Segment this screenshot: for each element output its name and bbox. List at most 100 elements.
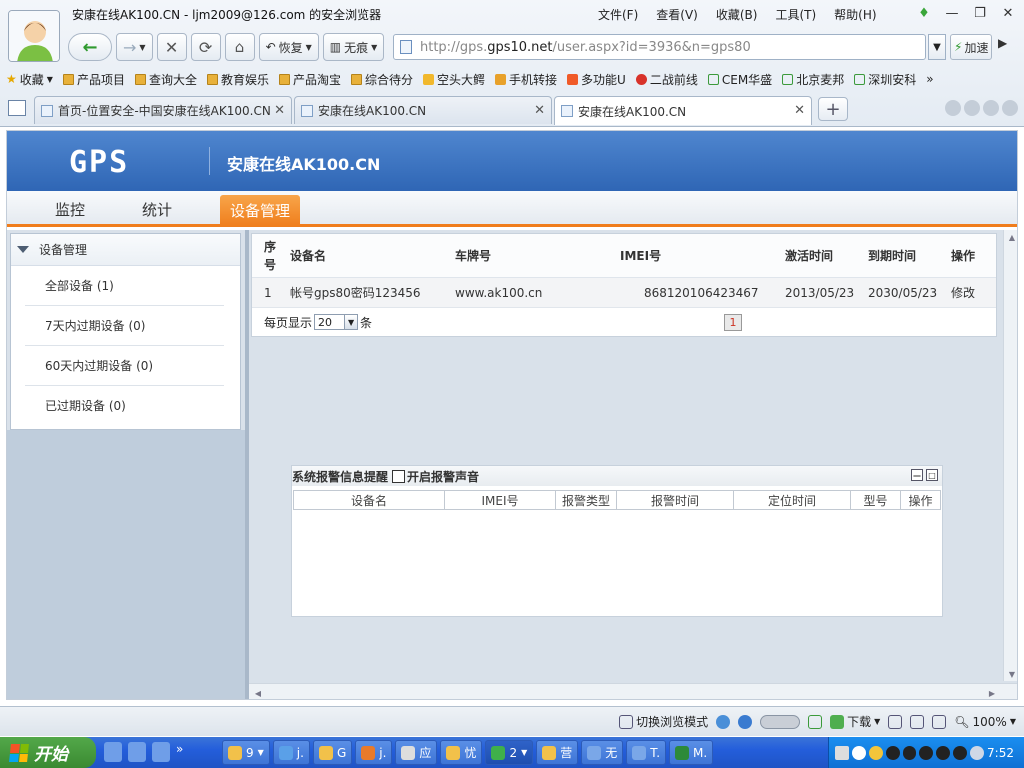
refresh-button[interactable]: ⟳ (190, 33, 221, 61)
bookmark-item[interactable]: 二战前线 (635, 71, 698, 88)
switch-mode-button[interactable]: 切换浏览模式 (619, 713, 708, 730)
clipboard-icon[interactable] (888, 714, 903, 729)
menu-view[interactable]: 查看(V) (656, 6, 698, 23)
sound-icon[interactable] (932, 714, 947, 729)
qq-icon[interactable] (885, 745, 900, 760)
skin-icon[interactable]: ♦ (914, 4, 934, 22)
menu-favorites[interactable]: 收藏(B) (716, 6, 758, 23)
taskbar-button[interactable]: 无 (581, 740, 624, 765)
bookmark-item[interactable]: CEM华盛 (707, 71, 772, 88)
tab-ak100[interactable]: 安康在线AK100.CN ✕ (294, 96, 552, 124)
restore-button[interactable]: ↶ 恢复 ▼ (258, 33, 319, 61)
download-button[interactable]: 下载 ▼ (830, 713, 880, 730)
tab-menu-icon[interactable] (983, 100, 999, 116)
address-dropdown-button[interactable]: ▼ (928, 34, 946, 60)
keyboard-icon[interactable] (835, 745, 849, 760)
page-size-select[interactable]: 20 ▼ (314, 314, 359, 330)
qq-icon[interactable] (953, 745, 968, 760)
taskbar-button[interactable]: j. (355, 740, 393, 765)
quick-launch-icon[interactable] (128, 742, 146, 762)
security-icon[interactable] (738, 714, 753, 729)
tab-close-all-icon[interactable] (1002, 100, 1018, 116)
bookmark-item[interactable]: 综合待分 (351, 71, 413, 88)
close-tab-icon[interactable]: ✕ (534, 103, 545, 118)
tab-home[interactable]: 首页-位置安全-中国安康在线AK100.CN ✕ (34, 96, 292, 124)
tray-arrow-icon[interactable] (851, 745, 866, 760)
ie-mode-icon[interactable] (716, 714, 731, 729)
stop-button[interactable]: ✕ (156, 33, 187, 61)
taskbar-button[interactable]: 9 ▼ (222, 740, 270, 765)
maximize-button[interactable]: ❐ (970, 4, 990, 22)
bookmark-item[interactable]: 深圳安科 (854, 71, 916, 88)
alarm-sound-checkbox[interactable] (392, 469, 406, 483)
sidebar-item-all-devices[interactable]: 全部设备 (1) (25, 266, 224, 306)
taskbar-button[interactable]: j. (272, 740, 310, 765)
bookmark-item[interactable]: 空头大鳄 (423, 71, 485, 88)
more-bookmarks-button[interactable]: » (926, 72, 933, 86)
menu-file[interactable]: 文件(F) (598, 6, 638, 23)
bookmark-item[interactable]: 查询大全 (134, 71, 197, 88)
vertical-scrollbar[interactable]: ▲ ▼ (1003, 230, 1017, 681)
taskbar-button[interactable]: 应 (395, 740, 438, 765)
sidebar-heading[interactable]: 设备管理 (11, 234, 240, 266)
bookmark-item[interactable]: 产品项目 (62, 71, 125, 88)
taskbar-button[interactable]: G (312, 740, 353, 765)
menu-help[interactable]: 帮助(H) (834, 6, 876, 23)
bookmark-item[interactable]: 产品淘宝 (278, 71, 341, 88)
quick-launch-more-icon[interactable]: » (176, 742, 194, 762)
qq-icon[interactable] (902, 745, 917, 760)
edit-link[interactable]: 修改 (951, 284, 991, 301)
go-arrow-icon[interactable]: ▶ (998, 36, 1007, 50)
tab-scroll-left-icon[interactable] (945, 100, 961, 116)
bookmark-item[interactable]: 教育娱乐 (206, 71, 269, 88)
user-avatar[interactable] (8, 10, 60, 62)
minimize-panel-icon[interactable]: — (911, 469, 923, 481)
forward-button[interactable]: → ▼ (116, 33, 153, 61)
tab-scroll-right-icon[interactable] (964, 100, 980, 116)
page-tools-icon[interactable] (910, 714, 925, 729)
toggle-switch-icon[interactable] (760, 714, 801, 729)
new-tab-button[interactable]: + (818, 97, 848, 121)
zoom-control[interactable]: 🔍︎ 100% ▼ (954, 715, 1016, 729)
maximize-panel-icon[interactable]: □ (926, 469, 938, 481)
bookmark-item[interactable]: 多功能U (567, 71, 626, 88)
close-tab-icon[interactable]: ✕ (794, 103, 805, 118)
sidebar-item-expire-60-days[interactable]: 60天内过期设备 (0) (25, 346, 224, 386)
sidebar-item-expire-7-days[interactable]: 7天内过期设备 (0) (25, 306, 224, 346)
scroll-left-icon[interactable]: ◀ (251, 686, 265, 699)
taskbar-button[interactable]: 2 ▼ (485, 740, 534, 765)
nav-device-management[interactable]: 设备管理 (220, 195, 301, 227)
taskbar-button[interactable]: 忧 (440, 740, 483, 765)
scroll-right-icon[interactable]: ▶ (985, 686, 999, 699)
no-trace-button[interactable]: ▥ 无痕 ▼ (322, 33, 385, 61)
menu-tools[interactable]: 工具(T) (775, 6, 816, 23)
scroll-down-icon[interactable]: ▼ (1004, 667, 1017, 681)
nav-statistics[interactable]: 统计 (142, 199, 172, 220)
accelerate-button[interactable]: ⚡ 加速 (950, 34, 993, 60)
minimize-button[interactable]: — (942, 4, 962, 22)
page-number-button[interactable]: 1 (724, 314, 742, 331)
taskbar-button[interactable]: T. (626, 740, 667, 765)
scroll-up-icon[interactable]: ▲ (1004, 230, 1017, 244)
address-bar[interactable]: http://gps. gps10.net/user.aspx?id=3936&n… (393, 34, 926, 60)
qq-icon[interactable] (936, 745, 951, 760)
quick-launch-icon[interactable] (152, 742, 170, 762)
home-button[interactable]: ⌂ (224, 33, 255, 61)
nav-monitor[interactable]: 监控 (55, 199, 85, 220)
taskbar-button[interactable]: 营 (536, 740, 579, 765)
qq-icon[interactable] (868, 745, 883, 760)
sidebar-item-expired[interactable]: 已过期设备 (0) (25, 386, 224, 426)
start-button[interactable]: 开始 (0, 737, 96, 768)
close-tab-icon[interactable]: ✕ (274, 103, 285, 118)
tab-ak100-active[interactable]: 安康在线AK100.CN ✕ (554, 96, 812, 125)
screenshot-icon[interactable] (808, 714, 823, 729)
close-window-button[interactable]: ✕ (998, 4, 1018, 22)
back-button[interactable]: ← (68, 33, 112, 61)
qq-icon[interactable] (919, 745, 934, 760)
bookmark-item[interactable]: 手机转接 (495, 71, 557, 88)
favorites-menu[interactable]: ★ 收藏 ▼ (6, 71, 53, 88)
quick-launch-icon[interactable] (104, 742, 122, 762)
taskbar-button[interactable]: M. (669, 740, 714, 765)
tab-list-icon[interactable] (8, 100, 26, 116)
horizontal-scrollbar[interactable]: ◀ ▶ (249, 683, 1017, 699)
